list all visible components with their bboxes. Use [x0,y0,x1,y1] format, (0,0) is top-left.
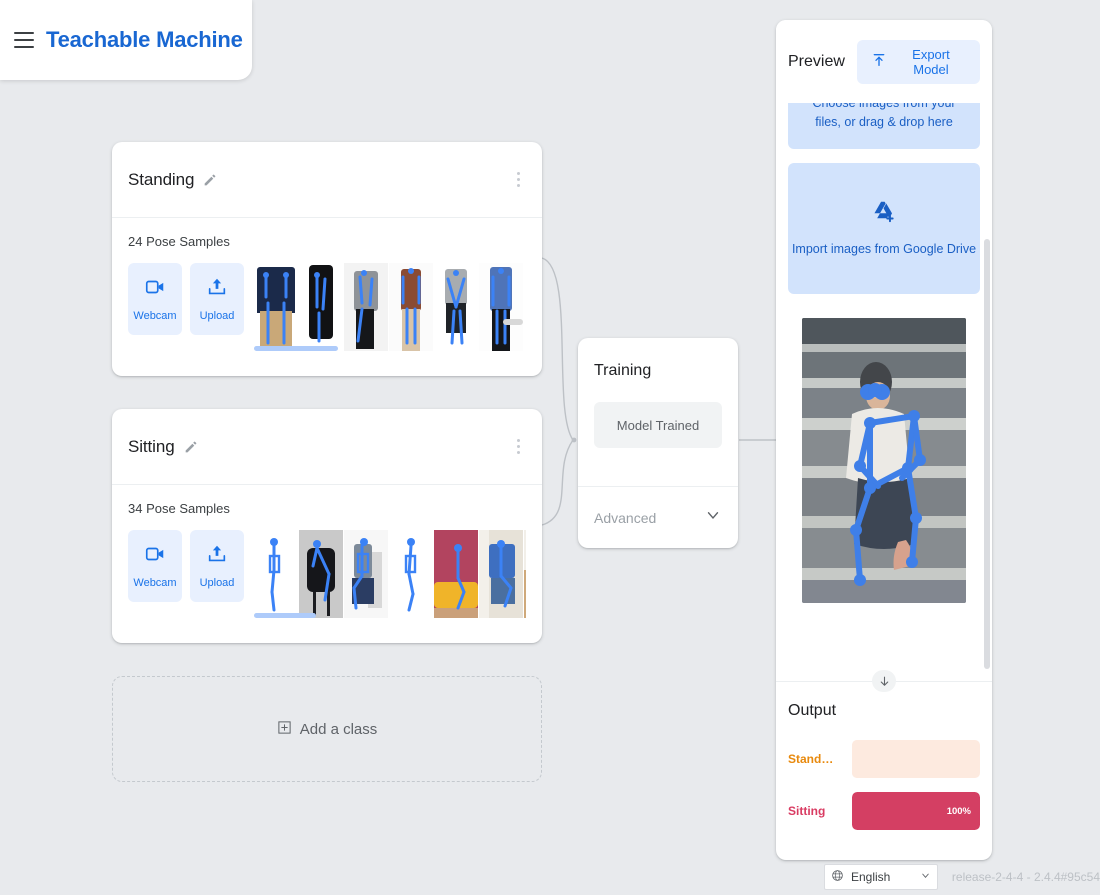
export-model-label: Export Model [912,46,950,77]
upload-button-sitting[interactable]: Upload [190,530,244,602]
chevron-down-icon [704,506,722,529]
output-percent-sitting: 100% [946,805,971,817]
google-drive-import-label: Import images from Google Drive [791,241,977,256]
export-upload-icon [871,52,887,71]
class-card-body: 24 Pose Samples Webcam Upload [112,218,542,351]
class-card-header: Standing [112,142,542,218]
sample-thumbnail[interactable] [344,530,388,618]
class-name-label: Standing [128,169,195,189]
output-title: Output [788,702,837,719]
sample-count-label: 24 Pose Samples [128,234,230,249]
class-card-header: Sitting [112,409,542,485]
preview-scroll-area[interactable]: Choose images from your files, or drag &… [776,103,992,673]
upload-button-standing[interactable]: Upload [190,263,244,335]
sample-thumbnail[interactable] [479,263,523,351]
sample-thumbnail[interactable] [344,263,388,351]
language-label: English [851,870,891,884]
hamburger-icon[interactable] [14,32,34,48]
version-label: release-2-4-4 - 2.4.4#95c54 [951,870,1100,884]
sample-thumbnail[interactable] [254,530,298,618]
preview-header: Preview Export Model [776,20,992,103]
sample-thumbnail[interactable] [434,263,478,351]
export-model-button[interactable]: Export Model [856,39,980,84]
class-card-sitting: Sitting 34 Pose Samples Webcam Upload [112,409,542,643]
arrow-down-icon[interactable] [872,670,896,692]
preview-image [802,318,966,603]
video-camera-icon [144,276,166,301]
plus-square-icon [277,720,292,739]
output-bar-standing [852,740,980,778]
preview-title: Preview [788,52,845,70]
language-select[interactable]: English [824,864,938,890]
sample-thumbnail[interactable] [254,263,298,351]
pencil-icon[interactable] [202,172,218,188]
output-divider [776,670,992,692]
output-bar-sitting: 100% [852,792,980,830]
training-title: Training [594,362,652,379]
sample-thumbnail[interactable] [479,530,523,618]
sample-count-label: 34 Pose Samples [128,501,230,516]
file-dropzone[interactable]: Choose images from your files, or drag &… [788,103,980,149]
class-card-standing: Standing 24 Pose Samples Webcam Upload [112,142,542,376]
page-title: Teachable Machine [46,27,243,52]
google-drive-plus-icon [871,199,897,231]
advanced-toggle[interactable]: Advanced [578,486,738,548]
class-name-label: Sitting [128,436,175,456]
add-class-label: Add a class [299,720,378,738]
sample-thumbnail-strip-standing[interactable] [254,263,526,351]
webcam-button-standing[interactable]: Webcam [128,263,182,335]
kebab-menu-icon[interactable] [508,436,528,458]
output-row-sitting: Sitting 100% [788,792,980,830]
workspace-canvas: Standing 24 Pose Samples Webcam Upload S… [0,0,1100,895]
upload-label: Upload [199,577,235,589]
webcam-label: Webcam [133,310,177,322]
pencil-icon[interactable] [183,439,199,455]
chevron-down-icon [920,870,931,884]
sample-thumbnail[interactable] [389,263,433,351]
video-camera-icon [144,543,166,568]
output-section: Output Stand… Sitting 100% [776,682,992,860]
upload-arrow-icon [206,276,228,301]
output-label-sitting: Sitting [788,804,826,818]
app-header: Teachable Machine [0,0,252,80]
upload-arrow-icon [206,543,228,568]
training-panel: Training Model Trained Advanced [578,338,738,548]
sample-input-row: Webcam Upload [128,263,526,351]
webcam-button-sitting[interactable]: Webcam [128,530,182,602]
output-bar-fill-standing [852,740,861,778]
add-class-button[interactable]: Add a class [112,676,542,782]
advanced-label: Advanced [594,509,657,526]
sample-input-row: Webcam Upload [128,530,526,618]
sample-thumbnail[interactable] [299,263,343,351]
footer-bar: English release-2-4-4 - 2.4.4#95c54 [0,859,1100,895]
sample-thumbnail[interactable] [299,530,343,618]
thumbnail-scrollbar-standing[interactable] [254,346,338,351]
output-row-standing: Stand… [788,740,980,778]
globe-icon [831,869,844,885]
output-label-standing: Stand… [788,752,834,766]
preview-panel: Preview Export Model Choose images from … [776,20,992,860]
class-card-body: 34 Pose Samples Webcam Upload [112,485,542,618]
sample-thumbnail[interactable] [524,530,526,618]
upload-label: Upload [199,310,235,322]
google-drive-import-button[interactable]: Import images from Google Drive [788,163,980,294]
sample-thumbnail-strip-sitting[interactable] [254,530,526,618]
sample-thumbnail[interactable] [389,530,433,618]
preview-scrollbar[interactable] [984,239,990,669]
sample-thumbnail[interactable] [434,530,478,618]
webcam-label: Webcam [133,577,177,589]
thumbnail-scrollbar-sitting[interactable] [254,613,316,618]
kebab-menu-icon[interactable] [508,169,528,191]
sample-thumbnail[interactable] [524,263,526,351]
train-model-button[interactable]: Model Trained [594,402,722,448]
output-bar-fill-sitting: 100% [852,792,980,830]
